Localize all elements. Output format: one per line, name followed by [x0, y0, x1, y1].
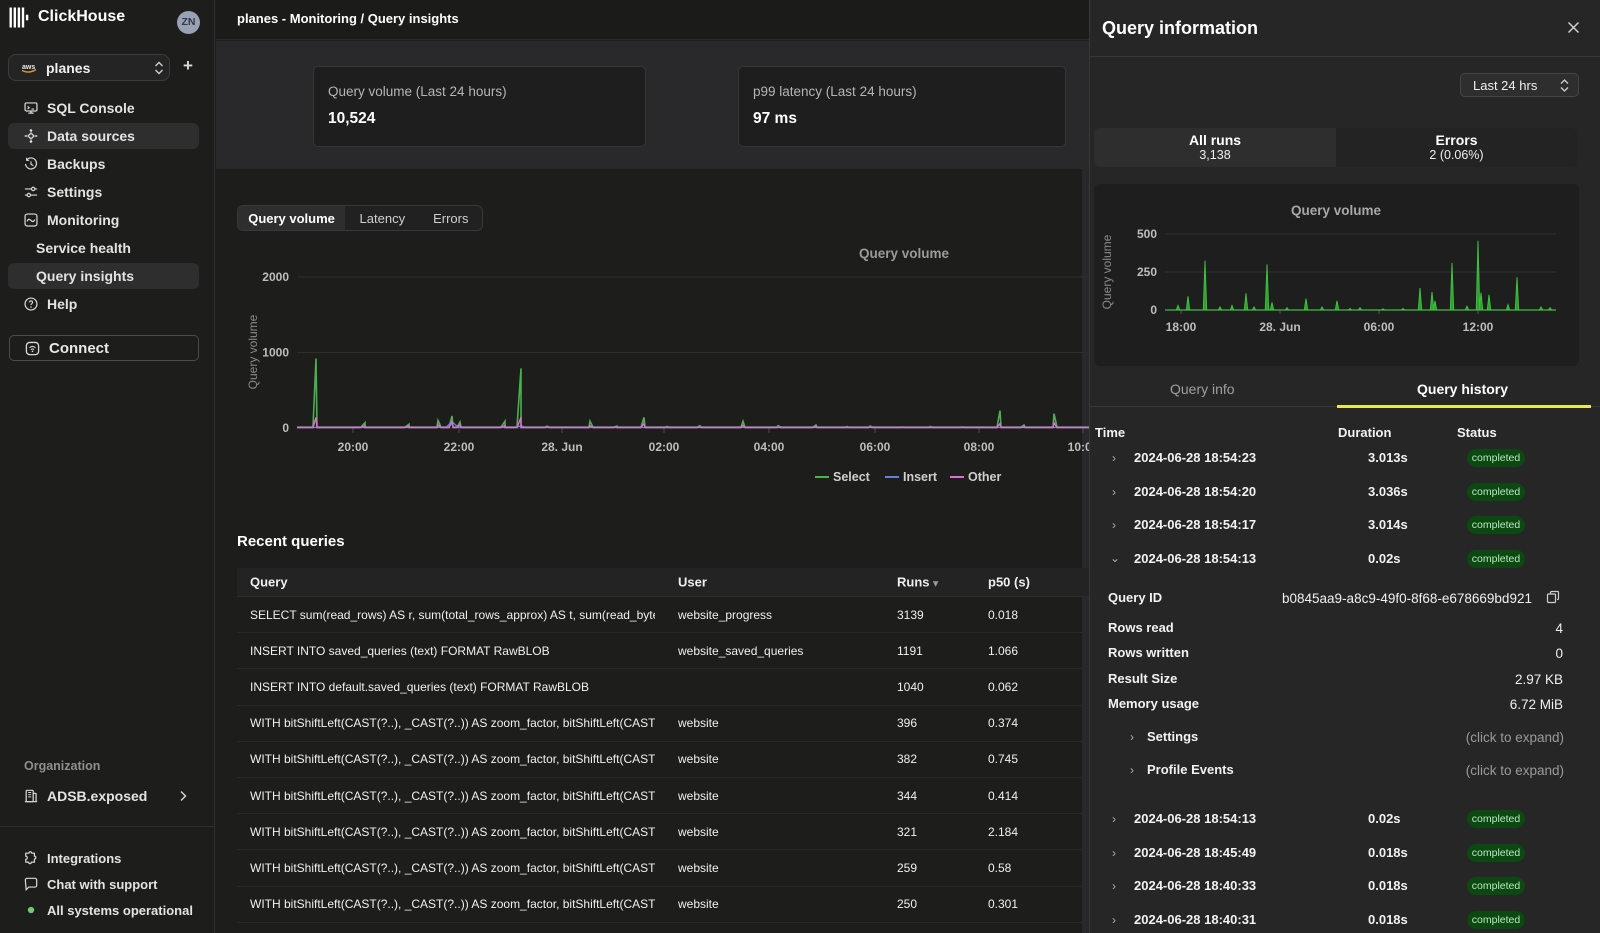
svg-text:Query volume: Query volume: [246, 314, 260, 389]
svg-text:Query volume: Query volume: [1100, 234, 1114, 309]
svg-text:02:00: 02:00: [649, 440, 680, 454]
svg-text:1000: 1000: [262, 346, 289, 360]
svg-text:06:00: 06:00: [1364, 320, 1395, 334]
svg-text:250: 250: [1137, 265, 1157, 279]
svg-text:18:00: 18:00: [1166, 320, 1197, 334]
svg-text:22:00: 22:00: [444, 440, 475, 454]
svg-text:08:00: 08:00: [964, 440, 995, 454]
svg-text:20:00: 20:00: [338, 440, 369, 454]
svg-text:Select: Select: [833, 470, 871, 484]
svg-text:12:00: 12:00: [1463, 320, 1494, 334]
svg-text:Other: Other: [968, 470, 1001, 484]
svg-text:06:00: 06:00: [860, 440, 891, 454]
svg-text:0: 0: [282, 421, 289, 435]
svg-text:Query volume: Query volume: [859, 246, 950, 261]
svg-text:28. Jun: 28. Jun: [541, 440, 582, 454]
svg-text:0: 0: [1150, 303, 1157, 317]
svg-text:Insert: Insert: [903, 470, 938, 484]
svg-text:28. Jun: 28. Jun: [1259, 320, 1300, 334]
svg-text:10:00: 10:00: [1068, 440, 1089, 454]
svg-text:aws: aws: [22, 64, 35, 71]
svg-text:2000: 2000: [262, 270, 289, 284]
svg-text:04:00: 04:00: [754, 440, 785, 454]
svg-text:Query volume: Query volume: [1291, 203, 1382, 218]
svg-text:500: 500: [1137, 227, 1157, 241]
